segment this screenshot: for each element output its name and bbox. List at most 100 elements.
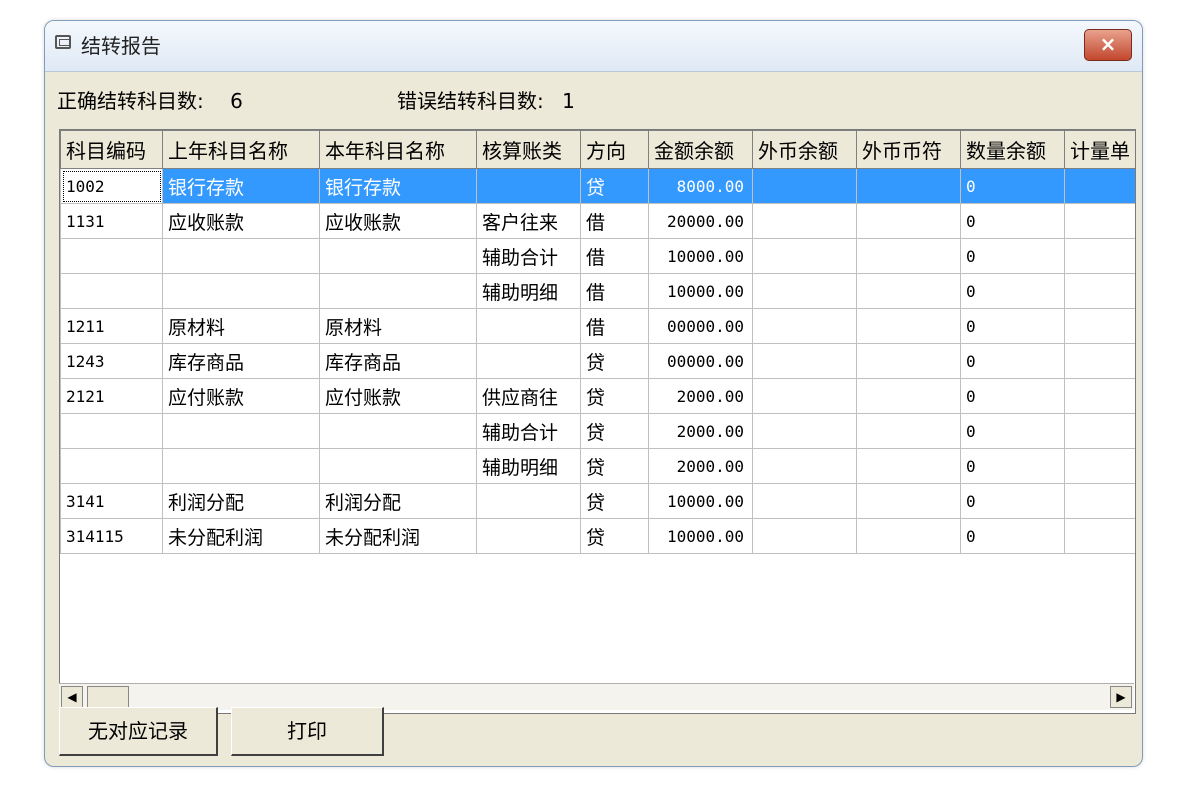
- table-cell: 应付账款: [319, 378, 477, 414]
- table-row[interactable]: 3141 利润分配 利润分配贷 10000.00 0: [60, 483, 1135, 519]
- table-cell: [60, 448, 163, 484]
- table-cell: 借: [580, 203, 649, 239]
- table-cell: 00000.00: [648, 308, 753, 344]
- table-cell: 1131: [60, 203, 163, 239]
- scroll-right-icon[interactable]: ▶: [1110, 686, 1132, 708]
- table-cell: 借: [580, 273, 649, 309]
- table-cell: [162, 238, 320, 274]
- table-cell: 应付账款: [162, 378, 320, 414]
- print-button[interactable]: 打印: [231, 707, 384, 756]
- column-header[interactable]: 外币余额: [752, 130, 857, 169]
- table-cell: 借: [580, 238, 649, 274]
- table-cell: [319, 238, 477, 274]
- column-header[interactable]: 上年科目名称: [162, 130, 320, 169]
- table-row[interactable]: 辅助明细贷 2000.00 0: [60, 448, 1135, 484]
- table-cell: 0: [960, 343, 1065, 379]
- table-row[interactable]: 辅助合计借 10000.00 0: [60, 238, 1135, 274]
- table-cell: [856, 273, 961, 309]
- table-cell: 00000.00: [648, 343, 753, 379]
- table-cell: 供应商往: [476, 378, 581, 414]
- table-cell: [1064, 413, 1135, 449]
- table-row[interactable]: 1243 库存商品 库存商品贷 00000.00 0: [60, 343, 1135, 379]
- table-cell: 2000.00: [648, 448, 753, 484]
- table-cell: [476, 168, 581, 204]
- column-header[interactable]: 方向: [580, 130, 649, 169]
- table-row[interactable]: 2121 应付账款 应付账款 供应商往贷 2000.00 0: [60, 378, 1135, 414]
- table-row[interactable]: 辅助合计贷 2000.00 0: [60, 413, 1135, 449]
- table-cell: 0: [960, 518, 1065, 554]
- table-cell: [856, 483, 961, 519]
- table-cell: 应收账款: [162, 203, 320, 239]
- header-row: 科目编码 上年科目名称 本年科目名称 核算账类 方向 金额余额 外币余额 外币币符 数量余额 计量…: [60, 130, 1135, 169]
- table-cell: 10000.00: [648, 238, 753, 274]
- table-cell: 0: [960, 168, 1065, 204]
- column-header[interactable]: 科目编码: [60, 130, 163, 169]
- report-grid[interactable]: 科目编码 上年科目名称 本年科目名称 核算账类 方向 金额余额 外币余额 外币币符 数量余额 计量…: [59, 129, 1136, 714]
- column-header[interactable]: 外币币符: [856, 130, 961, 169]
- table-cell: 贷: [580, 378, 649, 414]
- table-cell: [856, 413, 961, 449]
- table-cell: 未分配利润: [162, 518, 320, 554]
- column-header[interactable]: 金额余额: [648, 130, 753, 169]
- table-cell: [752, 168, 857, 204]
- table-cell: 借: [580, 308, 649, 344]
- table-cell: 0: [960, 238, 1065, 274]
- table-cell: [1064, 378, 1135, 414]
- table-cell: 0: [960, 378, 1065, 414]
- table-cell: 贷: [580, 518, 649, 554]
- error-count-text: 错误结转科目数:: [397, 89, 544, 113]
- table-cell: 贷: [580, 413, 649, 449]
- table-cell: [319, 273, 477, 309]
- table-cell: 0: [960, 203, 1065, 239]
- carryover-report-window: 结转报告 × 正确结转科目数: 6 错误结转科目数: 1 科目编码 上年科目名称本…: [44, 20, 1143, 767]
- table-cell: [476, 483, 581, 519]
- table-cell: 辅助明细: [476, 273, 581, 309]
- no-match-button[interactable]: 无对应记录: [59, 707, 218, 756]
- table-cell: 0: [960, 448, 1065, 484]
- table-cell: [1064, 203, 1135, 239]
- table-row[interactable]: 1002 银行存款 银行存款贷 8000.00 0: [60, 168, 1135, 204]
- table-cell: 314115: [60, 518, 163, 554]
- table-cell: 10000.00: [648, 518, 753, 554]
- table-cell: 2000.00: [648, 378, 753, 414]
- table-cell: 客户往来: [476, 203, 581, 239]
- table-cell: [1064, 343, 1135, 379]
- table-cell: 0: [960, 483, 1065, 519]
- scroll-left-icon[interactable]: ◀: [61, 686, 83, 708]
- table-cell: [60, 238, 163, 274]
- table-row[interactable]: 1131 应收账款 应收账款 客户往来借 20000.00 0: [60, 203, 1135, 239]
- column-header[interactable]: 数量余额: [960, 130, 1065, 169]
- table-cell: [856, 238, 961, 274]
- correct-count-text: 正确结转科目数:: [57, 89, 204, 113]
- table-cell: [162, 273, 320, 309]
- column-header[interactable]: 计量单: [1064, 130, 1135, 169]
- scroll-thumb[interactable]: [87, 686, 129, 708]
- table-cell: [1064, 483, 1135, 519]
- table-cell: [162, 448, 320, 484]
- error-count-label: 错误结转科目数: 1: [397, 85, 575, 114]
- table-row[interactable]: 314115 未分配利润 未分配利润贷 10000.00 0: [60, 518, 1135, 554]
- title-bar[interactable]: 结转报告 ×: [45, 21, 1142, 72]
- close-button[interactable]: ×: [1084, 29, 1132, 61]
- table-cell: 利润分配: [319, 483, 477, 519]
- table-cell: [752, 343, 857, 379]
- table-cell: [476, 518, 581, 554]
- column-header[interactable]: 本年科目名称: [319, 130, 477, 169]
- table-cell: 10000.00: [648, 273, 753, 309]
- table-row[interactable]: 1211 原材料 原材料借 00000.00 0: [60, 308, 1135, 344]
- table-cell: 利润分配: [162, 483, 320, 519]
- table-row[interactable]: 辅助明细借 10000.00 0: [60, 273, 1135, 309]
- table-cell: 应收账款: [319, 203, 477, 239]
- table-cell: [60, 273, 163, 309]
- table-cell: [856, 308, 961, 344]
- table-cell: [1064, 448, 1135, 484]
- table-cell: [1064, 273, 1135, 309]
- column-header[interactable]: 核算账类: [476, 130, 581, 169]
- table-cell: [856, 343, 961, 379]
- table-cell: [752, 448, 857, 484]
- table-cell: 贷: [580, 343, 649, 379]
- table-cell: [1064, 308, 1135, 344]
- table-cell: 3141: [60, 483, 163, 519]
- table-cell: [476, 343, 581, 379]
- horizontal-scrollbar[interactable]: ◀ ▶: [59, 683, 1134, 710]
